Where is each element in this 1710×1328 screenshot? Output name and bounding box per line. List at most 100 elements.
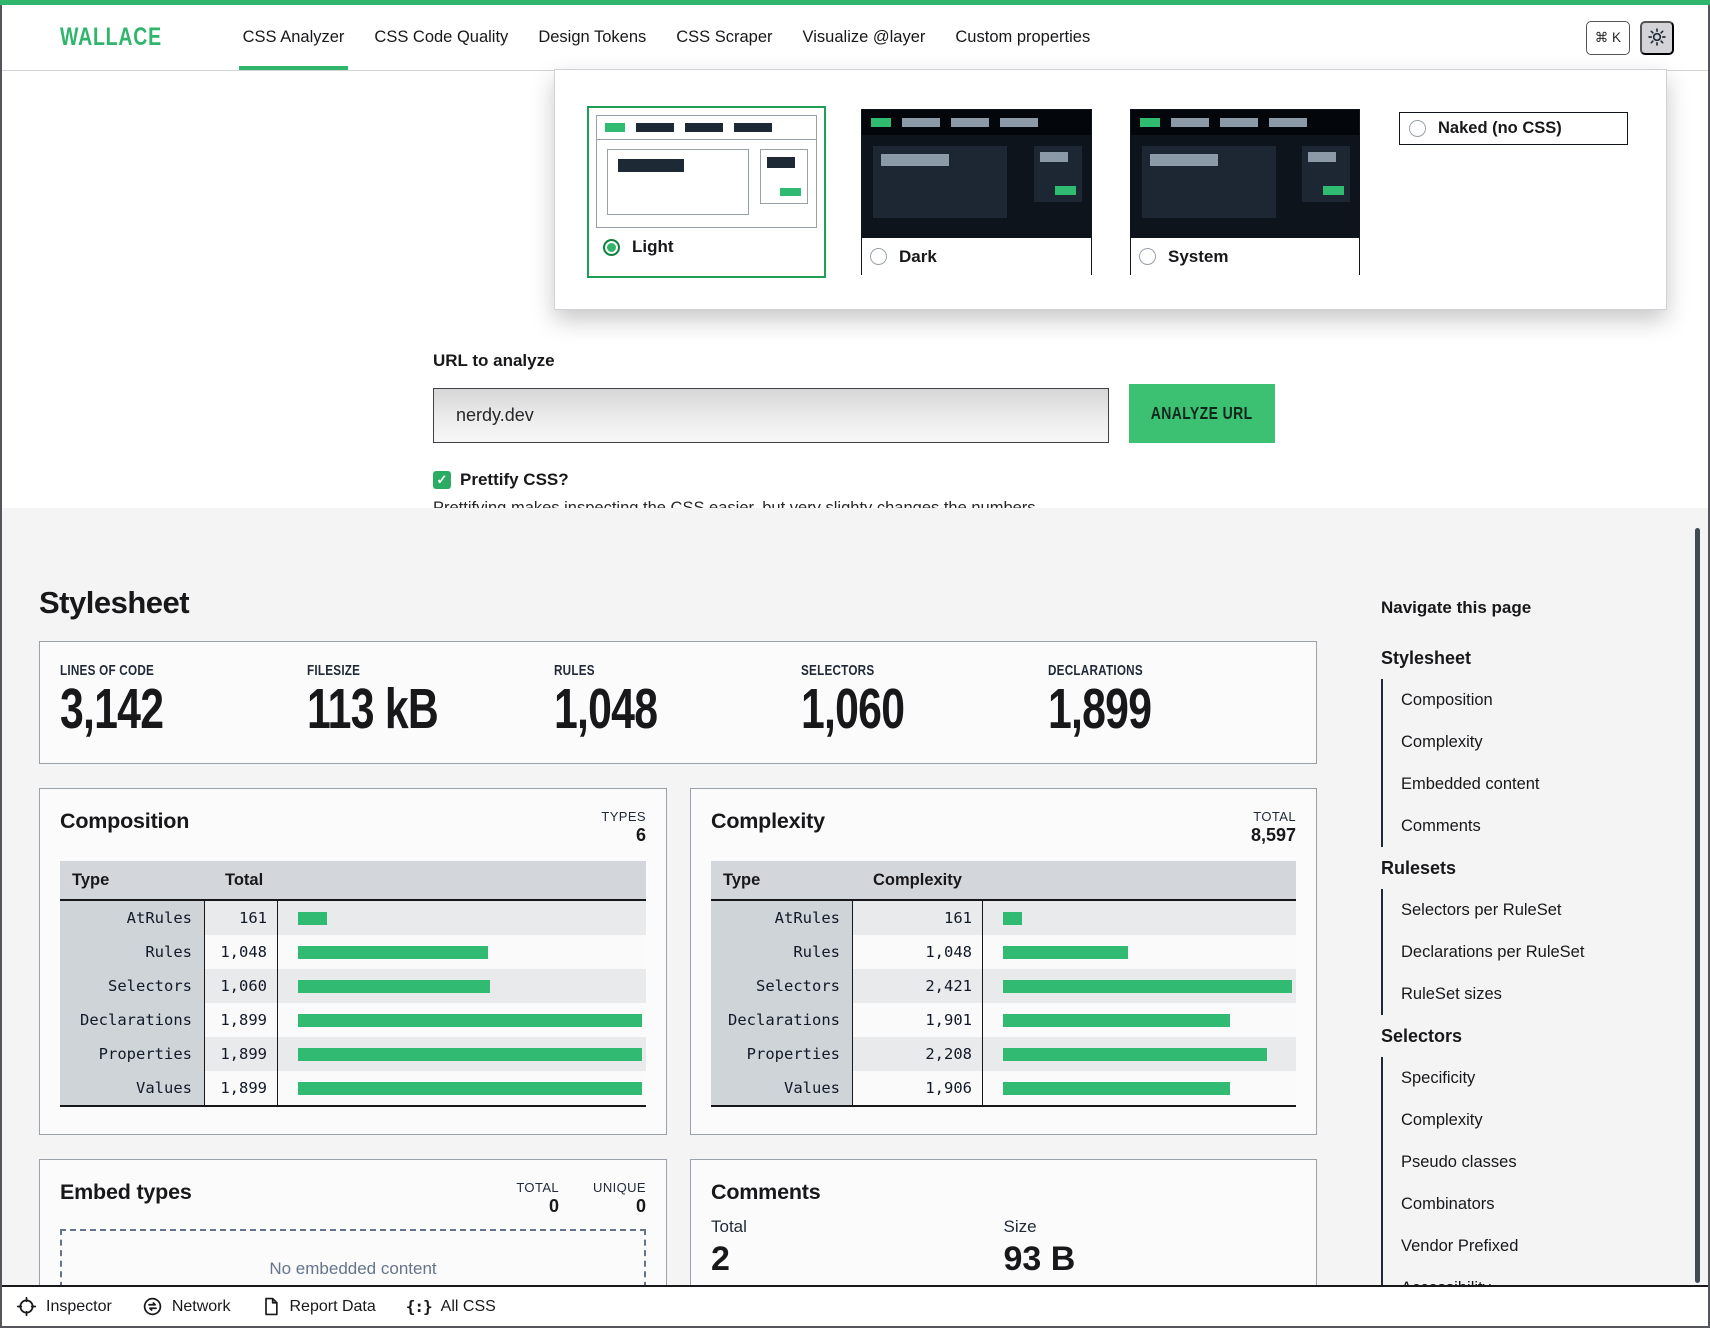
value-bar (1003, 1048, 1267, 1061)
tab-all-css[interactable]: {:} All CSS (406, 1297, 496, 1316)
value-bar (1003, 1082, 1230, 1095)
nav-item[interactable]: CSS Scraper (676, 5, 772, 70)
nav-link[interactable]: Selectors per RuleSet (1401, 889, 1681, 931)
system-theme-preview (1131, 110, 1359, 238)
table-row: Rules 1,048 (60, 935, 646, 969)
nav-item[interactable]: CSS Analyzer (243, 5, 345, 70)
column-header-type: Type (711, 871, 853, 890)
metric: FILESIZE 113 kB (307, 662, 554, 763)
total-stat-label: TOTAL (1251, 809, 1296, 824)
system-label: System (1168, 247, 1228, 267)
table-row: Values 1,906 (711, 1071, 1296, 1105)
tab-label: All CSS (441, 1298, 496, 1316)
tab-network[interactable]: Network (142, 1296, 231, 1317)
value-bar (298, 980, 490, 993)
light-radio[interactable] (603, 239, 620, 256)
nav-item[interactable]: Custom properties (955, 5, 1090, 70)
complexity-table: Type Complexity AtRules 161 Rules 1,048 (711, 861, 1296, 1107)
scrollbar-thumb[interactable] (1695, 528, 1700, 1283)
nav-group: CompositionComplexityEmbedded contentCom… (1381, 679, 1681, 847)
nav-group: Selectors per RuleSetDeclarations per Ru… (1381, 889, 1681, 1015)
main-nav: CSS Analyzer CSS Code Quality Design Token… (243, 5, 1091, 70)
total-stat-value: 8,597 (1251, 825, 1296, 846)
braces-icon: {:} (406, 1297, 432, 1316)
dark-theme-preview (862, 110, 1091, 238)
naked-radio[interactable] (1409, 120, 1426, 137)
embed-stat: TOTAL 0 (516, 1180, 559, 1217)
nav-item[interactable]: Visualize @layer (803, 5, 926, 70)
table-row: AtRules 161 (711, 901, 1296, 935)
composition-table: Type Total AtRules 161 Rules 1,048 (60, 861, 646, 1107)
table-row: Properties 1,899 (60, 1037, 646, 1071)
table-row: Selectors 1,060 (60, 969, 646, 1003)
tab-label: Inspector (46, 1298, 112, 1316)
url-input[interactable] (433, 388, 1109, 443)
tab-report-data[interactable]: Report Data (261, 1296, 376, 1317)
network-icon (142, 1296, 163, 1317)
window-top-accent (0, 0, 1710, 5)
stylesheet-metrics: LINES OF CODE 3,142 FILESIZE 113 kB RULE… (39, 641, 1317, 764)
composition-card: Composition TYPES 6 Type Total AtRules 1… (39, 788, 667, 1135)
nav-link[interactable]: Composition (1401, 679, 1681, 721)
table-row: Rules 1,048 (711, 935, 1296, 969)
tab-label: Network (172, 1298, 231, 1316)
value-bar (1003, 946, 1128, 959)
nav-link[interactable]: Comments (1401, 805, 1681, 847)
types-stat-value: 6 (601, 825, 646, 846)
complexity-card: Complexity TOTAL 8,597 Type Complexity A… (690, 788, 1317, 1135)
dark-label: Dark (899, 247, 937, 267)
nav-item[interactable]: Design Tokens (538, 5, 646, 70)
prettify-option: ✓ Prettify CSS? (433, 470, 569, 490)
prettify-checkbox[interactable]: ✓ (433, 471, 451, 489)
table-row: Declarations 1,899 (60, 1003, 646, 1037)
tab-inspector[interactable]: Inspector (16, 1296, 112, 1317)
metric: DECLARATIONS 1,899 (1048, 662, 1295, 763)
nav-group: SpecificityComplexityPseudo classesCombi… (1381, 1057, 1681, 1309)
nav-link[interactable]: Pseudo classes (1401, 1141, 1681, 1183)
naked-label: Naked (no CSS) (1438, 119, 1562, 138)
comments-stat: Size 93 B (1004, 1217, 1297, 1279)
value-bar (1003, 980, 1292, 993)
page-title: Stylesheet (39, 585, 189, 621)
embed-stat: UNIQUE 0 (593, 1180, 646, 1217)
nav-item[interactable]: CSS Code Quality (374, 5, 508, 70)
theme-option-naked[interactable]: Naked (no CSS) (1399, 112, 1628, 145)
nav-link[interactable]: Combinators (1401, 1183, 1681, 1225)
nav-link[interactable]: Complexity (1401, 1099, 1681, 1141)
types-stat-label: TYPES (601, 809, 646, 824)
nav-link[interactable]: Declarations per RuleSet (1401, 931, 1681, 973)
nav-link[interactable]: Embedded content (1401, 763, 1681, 805)
theme-option-light[interactable]: Light (587, 106, 826, 278)
value-bar (298, 912, 327, 925)
theme-option-system[interactable]: System (1130, 109, 1360, 275)
theme-toggle-button[interactable] (1640, 21, 1674, 55)
page-nav-sidebar: Navigate this page Stylesheet Compositio… (1381, 596, 1681, 1309)
nav-link[interactable]: Specificity (1401, 1057, 1681, 1099)
theme-option-dark[interactable]: Dark (861, 109, 1092, 275)
topbar-actions: ⌘ K (1586, 5, 1674, 71)
comments-stat: Total 2 (711, 1217, 1004, 1279)
theme-menu: Light Dark System Nak (554, 69, 1667, 310)
nav-link[interactable]: Complexity (1401, 721, 1681, 763)
column-header-type: Type (60, 871, 205, 890)
top-navbar: WALLACE CSS Analyzer CSS Code Quality Desi… (0, 5, 1710, 71)
nav-link[interactable]: Vendor Prefixed (1401, 1225, 1681, 1267)
command-palette-button[interactable]: ⌘ K (1586, 21, 1630, 55)
nav-section-selectors: Selectors (1381, 1015, 1681, 1057)
sun-icon (1647, 27, 1667, 50)
url-label: URL to analyze (433, 351, 555, 371)
table-row: Properties 2,208 (711, 1037, 1296, 1071)
nav-section-stylesheet: Stylesheet (1381, 637, 1681, 679)
nav-section-rulesets: Rulesets (1381, 847, 1681, 889)
system-radio[interactable] (1139, 248, 1156, 265)
column-header-total: Total (205, 871, 278, 890)
prettify-label: Prettify CSS? (460, 470, 569, 490)
metric: LINES OF CODE 3,142 (60, 662, 307, 763)
nav-link[interactable]: RuleSet sizes (1401, 973, 1681, 1015)
metric: RULES 1,048 (554, 662, 801, 763)
value-bar (298, 1082, 642, 1095)
wallace-logo[interactable]: WALLACE (60, 23, 191, 52)
value-bar (298, 946, 488, 959)
dark-radio[interactable] (870, 248, 887, 265)
analyze-url-button[interactable]: ANALYZE URL (1129, 384, 1275, 443)
